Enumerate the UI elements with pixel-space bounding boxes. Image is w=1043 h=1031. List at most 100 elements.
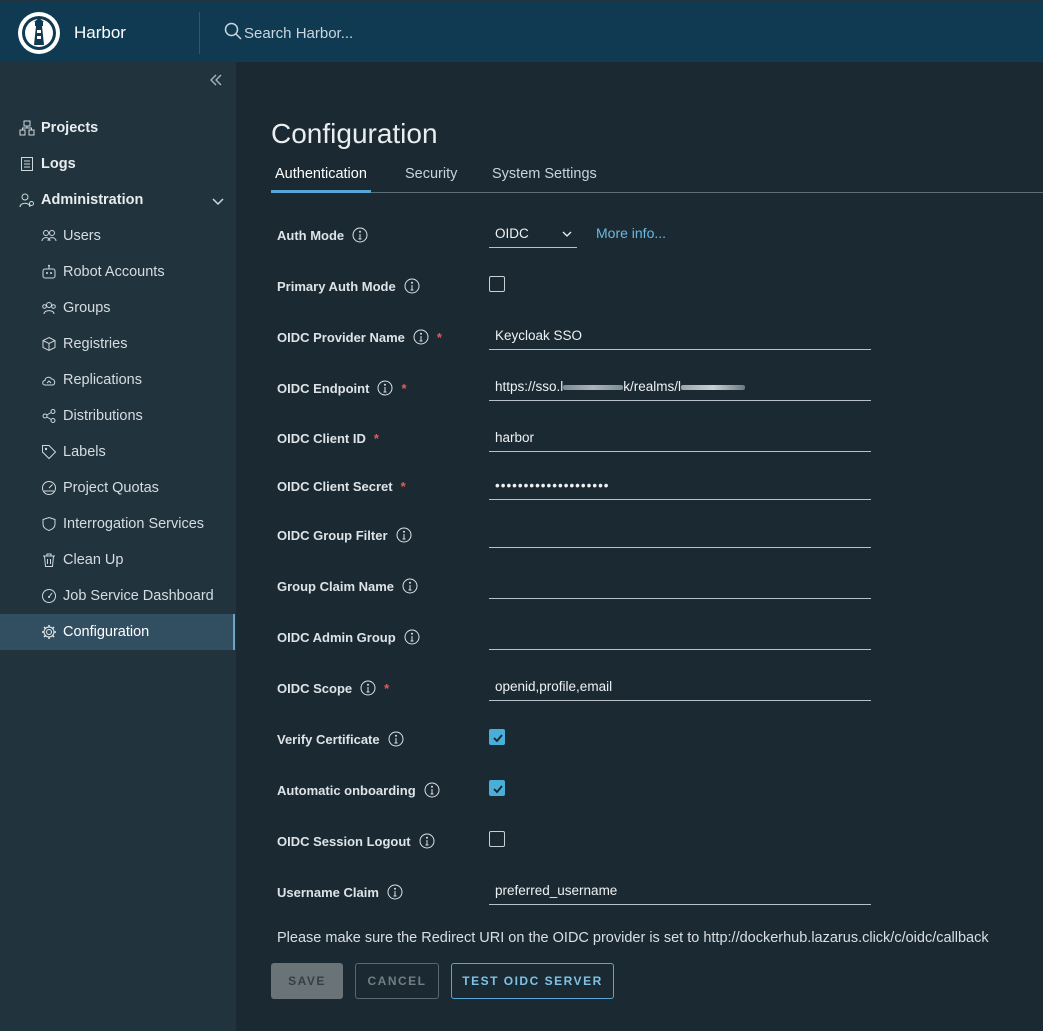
oidc-group-filter-label: OIDC Group Filter <box>277 527 412 543</box>
info-icon[interactable] <box>388 731 404 747</box>
info-icon[interactable] <box>396 527 412 543</box>
username-claim-input[interactable]: preferred_username <box>489 879 871 905</box>
app-header: Harbor Search Harbor... <box>0 0 1043 62</box>
automatic-onboarding-checkbox[interactable] <box>489 780 505 796</box>
oidc-endpoint-input[interactable]: https://sso.l k/realms/l <box>489 375 871 401</box>
label-text: Username Claim <box>277 884 379 900</box>
sidebar-item-job-service-dashboard[interactable]: Job Service Dashboard <box>0 578 236 614</box>
label-text: OIDC Session Logout <box>277 833 411 849</box>
required-marker: * <box>373 431 379 446</box>
sidebar-item-label: Registries <box>63 336 128 352</box>
sidebar-item-logs[interactable]: Logs <box>0 146 236 182</box>
oidc-scope-input[interactable]: openid,profile,email <box>489 675 871 701</box>
auth-mode-label: Auth Mode <box>277 227 368 243</box>
oidc-scope-label: OIDC Scope * <box>277 680 389 696</box>
sidebar-item-projects[interactable]: Projects <box>0 110 236 146</box>
sidebar-item-clean-up[interactable]: Clean Up <box>0 542 236 578</box>
sidebar-item-interrogation-services[interactable]: Interrogation Services <box>0 506 236 542</box>
trash-icon <box>41 552 57 568</box>
oidc-admin-group-input[interactable] <box>489 624 871 650</box>
group-claim-name-row: Group Claim Name <box>277 573 877 599</box>
oidc-provider-name-input[interactable]: Keycloak SSO <box>489 324 871 350</box>
sidebar-item-groups[interactable]: Groups <box>0 290 236 326</box>
users-icon <box>41 228 57 244</box>
sidebar-item-distributions[interactable]: Distributions <box>0 398 236 434</box>
more-info-link[interactable]: More info... <box>596 225 666 241</box>
username-claim-label: Username Claim <box>277 884 403 900</box>
group-claim-name-input[interactable] <box>489 573 871 599</box>
required-marker: * <box>436 329 442 345</box>
cancel-button[interactable]: CANCEL <box>355 963 439 999</box>
sidebar-item-robot-accounts[interactable]: Robot Accounts <box>0 254 236 290</box>
auth-mode-row: Auth Mode OIDC More info... <box>277 222 877 248</box>
chevron-down-icon[interactable] <box>212 194 224 210</box>
projects-icon <box>19 120 35 136</box>
share-icon <box>41 408 57 424</box>
label-text: OIDC Endpoint <box>277 380 370 396</box>
oidc-client-secret-label: OIDC Client Secret * <box>277 479 406 494</box>
sidebar-item-label: Projects <box>41 120 99 136</box>
checkmark-icon <box>493 785 503 794</box>
sidebar-item-label: Clean Up <box>63 552 124 568</box>
label-text: OIDC Scope <box>277 680 353 696</box>
sidebar-item-labels[interactable]: Labels <box>0 434 236 470</box>
tab-authentication[interactable]: Authentication <box>271 166 371 193</box>
verify-certificate-label: Verify Certificate <box>277 731 404 747</box>
global-search[interactable]: Search Harbor... <box>224 22 353 45</box>
info-icon[interactable] <box>419 833 435 849</box>
main-content: Configuration Authentication Security Sy… <box>236 62 1043 1031</box>
tab-security[interactable]: Security <box>405 166 457 193</box>
label-text: Auth Mode <box>277 227 345 243</box>
harbor-logo-icon <box>18 12 60 54</box>
info-icon[interactable] <box>402 578 418 594</box>
automatic-onboarding-label: Automatic onboarding <box>277 782 440 798</box>
auth-mode-select[interactable]: OIDC <box>489 222 577 248</box>
redirect-uri-note: Please make sure the Redirect URI on the… <box>277 930 989 946</box>
sidebar-item-label: Job Service Dashboard <box>63 588 214 604</box>
sidebar-item-registries[interactable]: Registries <box>0 326 236 362</box>
oidc-session-logout-label: OIDC Session Logout <box>277 833 435 849</box>
test-oidc-server-button[interactable]: TEST OIDC SERVER <box>451 963 614 999</box>
required-marker: * <box>384 680 390 696</box>
sidebar-item-label: Labels <box>63 444 106 460</box>
info-icon[interactable] <box>387 884 403 900</box>
sidebar-item-project-quotas[interactable]: Project Quotas <box>0 470 236 506</box>
save-button[interactable]: SAVE <box>271 963 343 999</box>
primary-auth-mode-checkbox[interactable] <box>489 276 505 292</box>
gear-icon <box>41 624 57 640</box>
config-tabs: Authentication Security System Settings <box>271 166 1043 193</box>
search-input[interactable]: Search Harbor... <box>244 25 353 42</box>
verify-certificate-checkbox[interactable] <box>489 729 505 745</box>
oidc-session-logout-checkbox[interactable] <box>489 831 505 847</box>
sidebar-item-label: Groups <box>63 300 111 316</box>
sidebar-item-administration[interactable]: Administration <box>0 182 236 218</box>
info-icon[interactable] <box>377 380 393 396</box>
automatic-onboarding-row: Automatic onboarding <box>277 777 877 803</box>
tab-system-settings[interactable]: System Settings <box>492 166 597 193</box>
info-icon[interactable] <box>404 278 420 294</box>
sidebar-item-users[interactable]: Users <box>0 218 236 254</box>
speedometer-icon <box>41 588 57 604</box>
primary-auth-mode-label: Primary Auth Mode <box>277 278 420 294</box>
info-icon[interactable] <box>360 680 376 696</box>
brand[interactable]: Harbor <box>18 12 126 54</box>
app-name: Harbor <box>74 23 126 42</box>
label-text: Primary Auth Mode <box>277 278 396 294</box>
redacted-text <box>681 384 746 390</box>
info-icon[interactable] <box>413 329 429 345</box>
info-icon[interactable] <box>404 629 420 645</box>
logs-icon <box>19 156 35 172</box>
username-claim-row: Username Claim preferred_username <box>277 879 877 905</box>
oidc-provider-name-label: OIDC Provider Name * <box>277 329 442 345</box>
sidebar-item-label: Replications <box>63 372 142 388</box>
info-icon[interactable] <box>352 227 368 243</box>
oidc-group-filter-input[interactable] <box>489 522 871 548</box>
info-icon[interactable] <box>424 782 440 798</box>
oidc-client-secret-row: OIDC Client Secret * •••••••••••••••••••… <box>277 474 877 500</box>
label-text: Verify Certificate <box>277 731 380 747</box>
oidc-client-id-input[interactable]: harbor <box>489 426 871 452</box>
oidc-client-secret-input[interactable]: •••••••••••••••••••• <box>489 474 871 500</box>
collapse-sidebar-icon[interactable] <box>209 72 223 92</box>
sidebar-item-configuration[interactable]: Configuration <box>0 614 235 650</box>
sidebar-item-replications[interactable]: Replications <box>0 362 236 398</box>
